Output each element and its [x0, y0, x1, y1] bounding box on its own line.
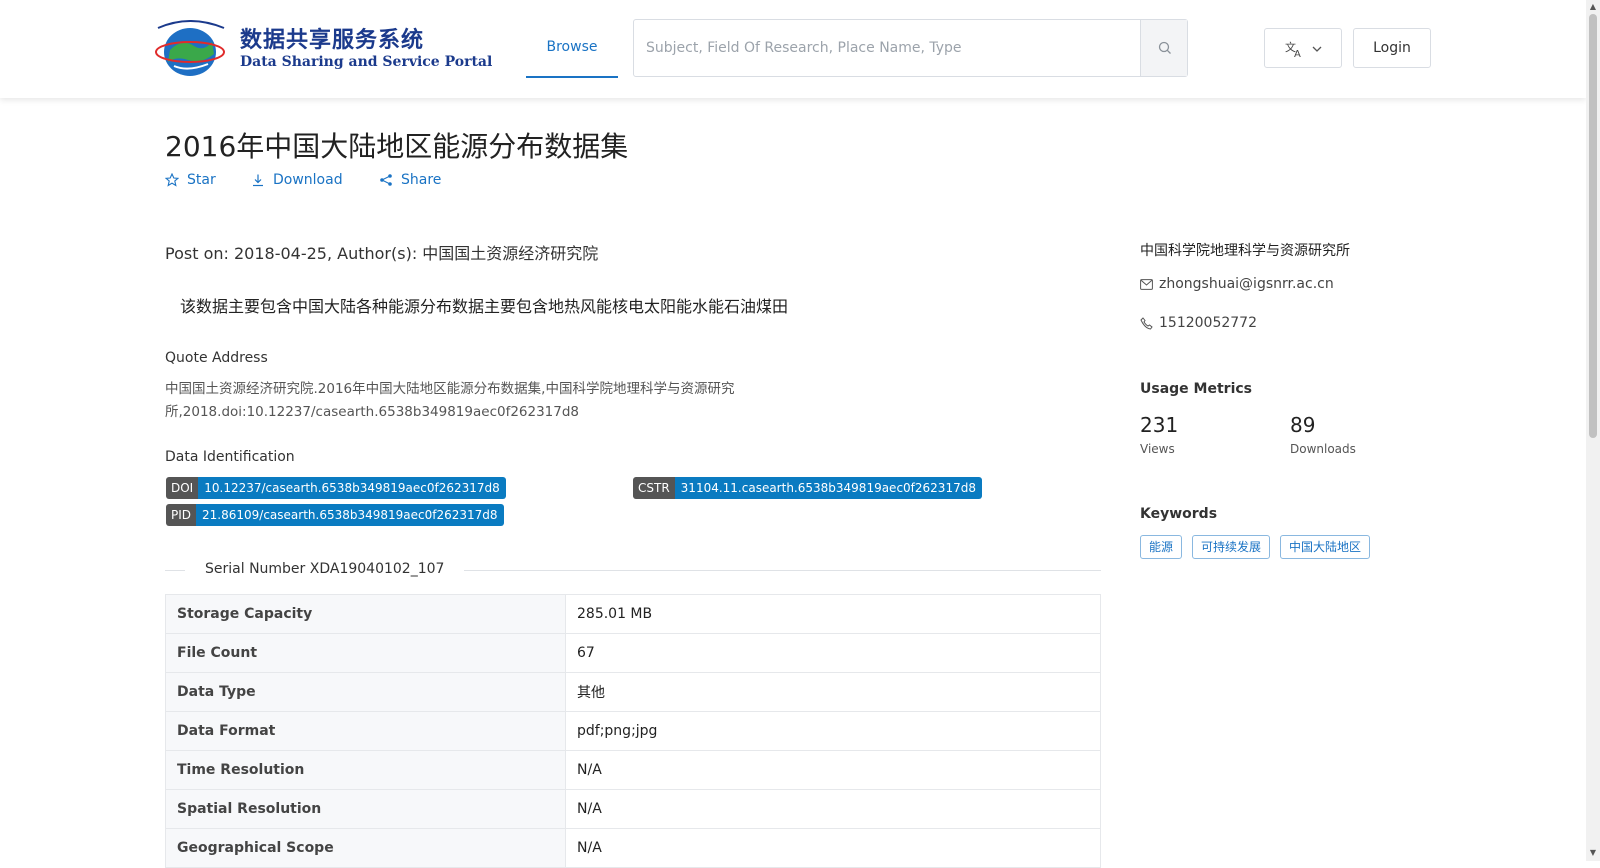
- email-text: zhongshuai@igsnrr.ac.cn: [1159, 276, 1334, 292]
- phone-text: 15120052772: [1159, 315, 1257, 331]
- share-icon: [380, 174, 392, 186]
- property-key: File Count: [165, 633, 566, 673]
- doi-value: 10.12237/casearth.6538b349819aec0f262317…: [198, 477, 506, 499]
- quote-text: 中国国土资源经济研究院.2016年中国大陆地区能源分布数据集,中国科学院地理科学…: [165, 381, 735, 420]
- cstr-label: CSTR: [633, 477, 675, 499]
- mail-icon: [1140, 278, 1153, 290]
- table-row: File Count 67: [165, 633, 1101, 673]
- star-button[interactable]: Star: [165, 172, 216, 188]
- identification-heading: Data Identification: [165, 449, 295, 465]
- language-switcher[interactable]: 文 A: [1264, 28, 1342, 68]
- downloads-count: 89: [1290, 413, 1316, 437]
- pid-label: PID: [166, 504, 197, 526]
- pid-value: 21.86109/casearth.6538b349819aec0f262317…: [196, 504, 504, 526]
- chevron-down-icon: [1312, 46, 1322, 52]
- scroll-down-arrow[interactable]: ▼: [1589, 848, 1597, 858]
- property-value: N/A: [565, 828, 1101, 868]
- divider-right: [464, 570, 1101, 571]
- login-button[interactable]: Login: [1353, 28, 1431, 68]
- table-row: Geographical Scope N/A: [165, 828, 1101, 868]
- dataset-description: 该数据主要包含中国大陆各种能源分布数据主要包含地热风能核电太阳能水能石油煤田: [180, 297, 789, 316]
- keyword-tag[interactable]: 中国大陆地区: [1280, 535, 1371, 559]
- scrollbar-thumb[interactable]: [1589, 14, 1597, 438]
- properties-table: Storage Capacity 285.01 MB File Count 67 Dat…: [165, 594, 1101, 868]
- quote-heading: Quote Address: [165, 350, 268, 366]
- property-key: Spatial Resolution: [165, 789, 566, 829]
- table-row: Data Format pdf;png;jpg: [165, 711, 1101, 751]
- star-label: Star: [187, 172, 216, 188]
- property-key: Data Type: [165, 672, 566, 712]
- institution-name: 中国科学院地理科学与资源研究所: [1140, 243, 1350, 259]
- star-icon: [165, 173, 179, 187]
- cstr-badge[interactable]: CSTR 31104.11.casearth.6538b349819aec0f2…: [633, 477, 982, 499]
- downloads-label: Downloads: [1290, 442, 1356, 456]
- page-scrollbar[interactable]: ▲ ▼: [1586, 0, 1600, 861]
- pid-badge[interactable]: PID 21.86109/casearth.6538b349819aec0f26…: [166, 504, 504, 526]
- keyword-tag[interactable]: 可持续发展: [1192, 535, 1271, 559]
- keyword-tag[interactable]: 能源: [1140, 535, 1183, 559]
- contact-email[interactable]: zhongshuai@igsnrr.ac.cn: [1140, 276, 1334, 292]
- property-value: 其他: [565, 672, 1101, 712]
- page-title: 2016年中国大陆地区能源分布数据集: [165, 130, 629, 163]
- share-label: Share: [401, 172, 442, 188]
- download-button[interactable]: Download: [251, 172, 343, 188]
- post-info: Post on: 2018-04-25, Author(s): 中国国土资源经济…: [165, 244, 599, 263]
- search-button[interactable]: [1140, 20, 1187, 76]
- phone-icon: [1140, 316, 1153, 330]
- views-label: Views: [1140, 442, 1175, 456]
- divider-left: [165, 570, 185, 571]
- share-button[interactable]: Share: [379, 172, 441, 188]
- property-value: pdf;png;jpg: [565, 711, 1101, 751]
- table-row: Spatial Resolution N/A: [165, 789, 1101, 829]
- property-value: N/A: [565, 789, 1101, 829]
- site-logo[interactable]: 数据共享服务系统 Data Sharing and Service Portal: [152, 20, 492, 80]
- search-box: [633, 19, 1188, 77]
- logo-title-en: Data Sharing and Service Portal: [240, 54, 493, 70]
- property-key: Geographical Scope: [165, 828, 566, 868]
- property-key: Time Resolution: [165, 750, 566, 790]
- property-key: Data Format: [165, 711, 566, 751]
- usage-metrics-heading: Usage Metrics: [1140, 381, 1252, 397]
- doi-label: DOI: [166, 477, 199, 499]
- logo-title-cn: 数据共享服务系统: [240, 28, 425, 53]
- doi-badge[interactable]: DOI 10.12237/casearth.6538b349819aec0f26…: [166, 477, 506, 499]
- contact-phone: 15120052772: [1140, 315, 1257, 331]
- download-icon: [253, 174, 263, 187]
- top-header: 数据共享服务系统 Data Sharing and Service Portal…: [0, 0, 1586, 98]
- nav-browse-tab[interactable]: Browse: [526, 24, 618, 78]
- table-row: Time Resolution N/A: [165, 750, 1101, 790]
- download-label: Download: [273, 172, 343, 188]
- property-value: N/A: [565, 750, 1101, 790]
- cstr-value: 31104.11.casearth.6538b349819aec0f262317…: [674, 477, 982, 499]
- serial-number: Serial Number XDA19040102_107: [205, 561, 445, 577]
- table-row: Data Type 其他: [165, 672, 1101, 712]
- search-input[interactable]: [634, 20, 1142, 76]
- keywords-heading: Keywords: [1140, 506, 1218, 522]
- property-key: Storage Capacity: [165, 594, 566, 634]
- search-icon: [1158, 41, 1171, 54]
- property-value: 67: [565, 633, 1101, 673]
- table-row: Storage Capacity 285.01 MB: [165, 594, 1101, 634]
- scroll-up-arrow[interactable]: ▲: [1589, 2, 1597, 12]
- svg-text:A: A: [1294, 49, 1301, 58]
- globe-logo-icon: [155, 20, 225, 76]
- translate-icon: 文 A: [1285, 40, 1301, 58]
- property-value: 285.01 MB: [565, 594, 1101, 634]
- views-count: 231: [1140, 413, 1179, 437]
